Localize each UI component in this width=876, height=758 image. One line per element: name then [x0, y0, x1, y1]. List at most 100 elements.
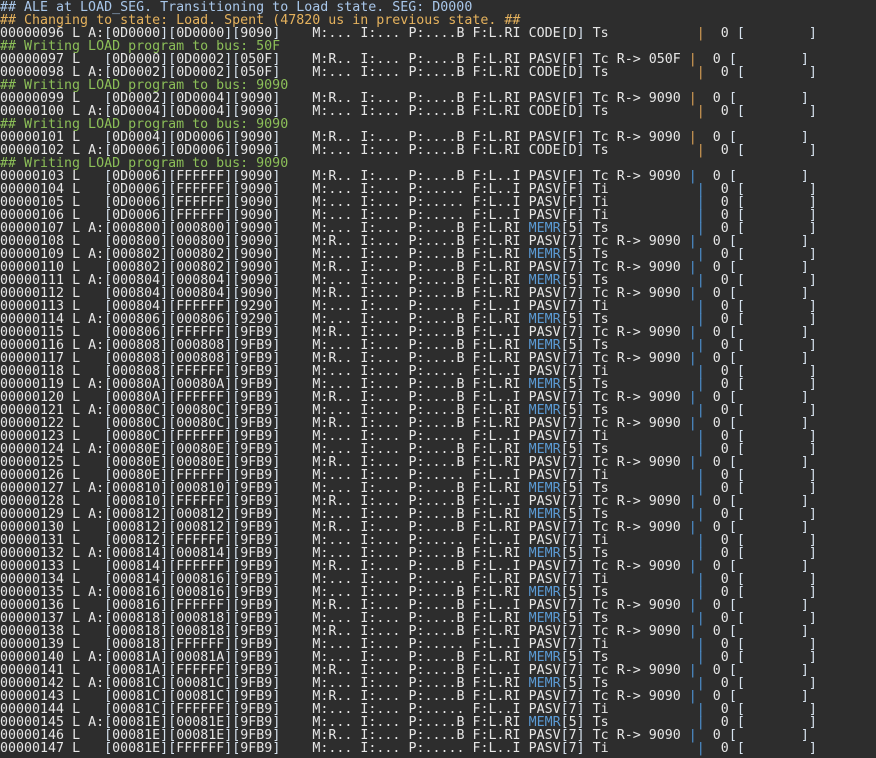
column-divider: |: [696, 104, 705, 119]
data-bus: 9FB9: [240, 741, 273, 756]
bracket: [: [104, 741, 113, 756]
i-flags: I:...: [360, 143, 401, 158]
bracket: [: [560, 143, 569, 158]
column-divider: |: [696, 741, 705, 756]
p-flags: P:....B: [408, 104, 465, 119]
bus-status: CODE: [528, 104, 561, 119]
i-flags: I:...: [360, 741, 401, 756]
queue-count: 0: [720, 741, 729, 756]
bracket: ]: [576, 26, 585, 41]
queue-bracket: [ ]: [736, 143, 817, 158]
f-flags: F:L..I: [472, 741, 521, 756]
f-flags: F:L.RI: [472, 26, 521, 41]
queue-count: 0: [720, 104, 729, 119]
queue-bracket: [ ]: [736, 741, 817, 756]
queue-bracket: [ ]: [736, 65, 817, 80]
i-flags: I:...: [360, 104, 401, 119]
bus-status: CODE: [528, 143, 561, 158]
address-bus: FFFFFF: [176, 741, 225, 756]
m-flags: M:...: [312, 26, 353, 41]
bracket: ]: [576, 104, 585, 119]
terminal-log[interactable]: ## ALE at LOAD_SEG. Transitioning to Loa…: [0, 1, 817, 755]
bus-status: CODE: [528, 65, 561, 80]
bracket: [: [560, 741, 569, 756]
bus-status-code: D: [568, 65, 577, 80]
log-row: 00000147 L [00081E][FFFFFF][9FB9] M:... …: [0, 742, 817, 755]
bracket: [: [168, 741, 177, 756]
t-state: Ts: [592, 143, 609, 158]
m-flags: M:...: [312, 143, 353, 158]
bus-status-code: D: [568, 26, 577, 41]
f-flags: F:L.RI: [472, 143, 521, 158]
t-state: Ts: [592, 104, 609, 119]
queue-count: 0: [720, 26, 729, 41]
bus-status-code: D: [568, 143, 577, 158]
p-flags: P:.....: [408, 741, 465, 756]
p-flags: P:....B: [408, 26, 465, 41]
queue-bracket: [ ]: [736, 26, 817, 41]
i-flags: I:...: [360, 65, 401, 80]
t-state: Ti: [592, 741, 609, 756]
f-flags: F:L.RI: [472, 104, 521, 119]
queue-count: 0: [720, 65, 729, 80]
i-flags: I:...: [360, 26, 401, 41]
queue-bracket: [ ]: [736, 104, 817, 119]
queue-count: 0: [720, 143, 729, 158]
bus-status: CODE: [528, 26, 561, 41]
bracket: ]: [576, 65, 585, 80]
bus-status: PASV: [528, 741, 561, 756]
bracket: [: [560, 65, 569, 80]
m-flags: M:...: [312, 741, 353, 756]
f-flags: F:L.RI: [472, 65, 521, 80]
bracket: ]: [576, 143, 585, 158]
cycle-number: 00000147: [0, 741, 65, 756]
state-letter: L: [72, 741, 81, 756]
m-flags: M:...: [312, 104, 353, 119]
bracket: ]: [576, 741, 585, 756]
p-flags: P:....B: [408, 143, 465, 158]
bus-status-code: D: [568, 104, 577, 119]
t-state: Ts: [592, 65, 609, 80]
bracket: [: [560, 26, 569, 41]
bracket: ]: [160, 741, 169, 756]
bracket: [: [560, 104, 569, 119]
